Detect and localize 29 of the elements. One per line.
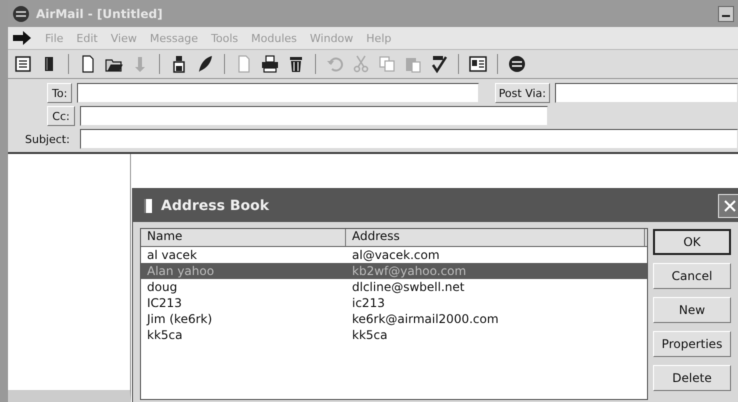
dialog-title: Address Book — [161, 198, 270, 214]
address-row[interactable]: al vacek al@vacek.com — [141, 247, 647, 263]
close-button[interactable] — [718, 194, 738, 218]
close-icon — [723, 198, 737, 212]
post-via-button[interactable]: Post Via: — [494, 83, 550, 103]
address-row[interactable]: Jim (ke6rk) ke6rk@airmail2000.com — [141, 311, 647, 327]
printer-icon[interactable] — [259, 53, 281, 75]
column-header[interactable]: Name — [141, 229, 346, 246]
address-row[interactable]: IC213 ic213 — [141, 295, 647, 311]
address-row[interactable]: Alan yahoo kb2wf@yahoo.com — [141, 263, 647, 279]
subject-label: Subject: — [25, 132, 71, 146]
window-title: AirMail - [Untitled] — [36, 6, 163, 20]
post-via-field[interactable] — [555, 83, 738, 103]
to-button[interactable]: To: — [47, 83, 72, 103]
dialog-button[interactable]: Cancel — [653, 263, 731, 289]
dialog-button[interactable]: Properties — [653, 331, 731, 357]
dialog-button[interactable]: Delete — [653, 365, 731, 391]
address-row[interactable]: doug dlcline@swbell.net — [141, 279, 647, 295]
dialog-button[interactable]: New — [653, 297, 731, 323]
to-field[interactable] — [77, 83, 479, 103]
dialog-button[interactable]: OK — [653, 229, 731, 255]
address-row[interactable]: kk5ca kk5ca — [141, 327, 647, 343]
cc-field[interactable] — [80, 106, 548, 126]
column-header[interactable]: Address — [346, 229, 645, 246]
arrow-icon — [12, 31, 32, 45]
subject-field[interactable] — [80, 129, 738, 149]
book-icon — [143, 198, 153, 214]
cc-button[interactable]: Cc: — [47, 106, 75, 126]
minimize-icon — [722, 14, 730, 18]
